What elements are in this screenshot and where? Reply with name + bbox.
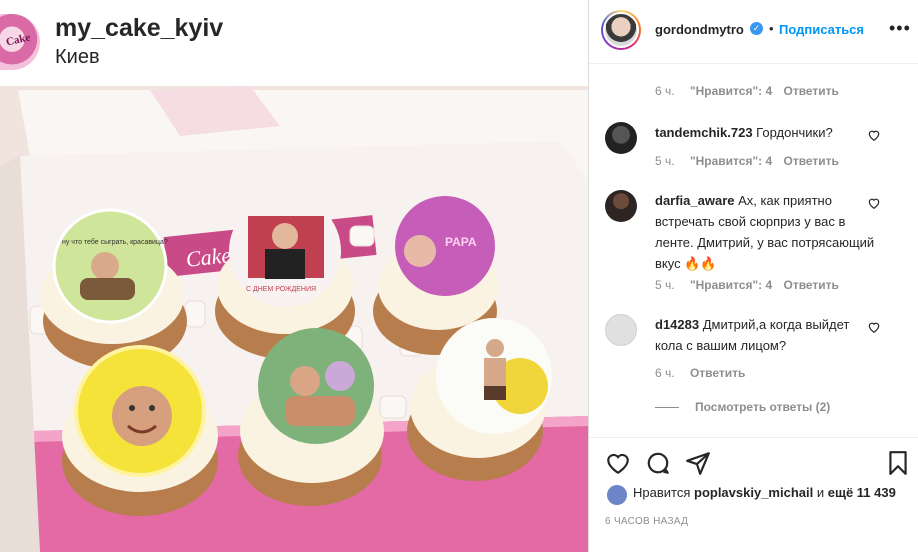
- post-photo[interactable]: Cake ну что тебе сыграть, красавица? С Д…: [0, 86, 588, 552]
- likes-summary: Нравится poplavskiy_michail и ещё 11 439: [607, 485, 896, 505]
- avatar[interactable]: [605, 190, 637, 222]
- comment-bubble-icon[interactable]: [645, 450, 671, 476]
- likes-user[interactable]: poplavskiy_michail: [694, 485, 813, 500]
- post-timestamp[interactable]: 6 ЧАСОВ НАЗАД: [605, 516, 688, 527]
- location-label[interactable]: Киев: [55, 46, 100, 69]
- like-heart-icon[interactable]: [605, 450, 631, 476]
- topper-2-text: С ДНЕМ РОЖДЕНИЯ: [246, 286, 316, 293]
- verified-badge-icon: ✓: [750, 22, 763, 35]
- reply-button[interactable]: Ответить: [783, 278, 838, 292]
- comments-list[interactable]: 6 ч. "Нравится": 4 Ответить tandemchik.7…: [589, 64, 918, 437]
- more-options-icon[interactable]: •••: [889, 18, 911, 39]
- like-heart-icon[interactable]: [867, 320, 881, 334]
- reply-button[interactable]: Ответить: [783, 154, 838, 168]
- replies-divider: [655, 407, 679, 409]
- account-name[interactable]: my_cake_kyiv: [55, 14, 223, 43]
- view-replies-button[interactable]: Посмотреть ответы (2): [655, 400, 830, 414]
- account-avatar[interactable]: Cake: [0, 14, 40, 70]
- likes-prefix: Нравится: [633, 485, 691, 500]
- separator-dot: •: [769, 21, 774, 36]
- topper-1-text: ну что тебе сыграть, красавица?: [62, 238, 168, 246]
- comment-body: Гордончики?: [756, 125, 833, 140]
- author-avatar[interactable]: [601, 10, 641, 50]
- comment-meta: 5 ч. "Нравится": 4 Ответить: [655, 278, 839, 292]
- comment-meta: 6 ч. "Нравится": 4 Ответить: [655, 84, 839, 98]
- comment-username[interactable]: darfia_aware: [655, 193, 735, 208]
- avatar[interactable]: [605, 314, 637, 346]
- likes-count[interactable]: ещё 11 439: [828, 485, 896, 500]
- comment-username[interactable]: tandemchik.723: [655, 125, 753, 140]
- topper-3-text: PAPA: [445, 235, 477, 249]
- comment-likes[interactable]: "Нравится": 4: [690, 278, 772, 292]
- comment-meta: 6 ч. Ответить: [655, 366, 745, 380]
- reply-button[interactable]: Ответить: [690, 366, 745, 380]
- comment-text: darfia_aware Ах, как приятно встречать с…: [655, 190, 875, 274]
- comments-panel: gordondmytro ✓ • Подписаться ••• 6 ч. "Н…: [588, 0, 918, 552]
- share-send-icon[interactable]: [685, 450, 711, 476]
- author-username[interactable]: gordondmytro: [655, 22, 744, 37]
- bookmark-icon[interactable]: [885, 450, 911, 476]
- view-replies-label[interactable]: Посмотреть ответы (2): [695, 400, 830, 414]
- comment-time: 5 ч.: [655, 154, 675, 168]
- comment-time: 6 ч.: [655, 366, 675, 380]
- post-header: Cake my_cake_kyiv Киев: [0, 0, 588, 86]
- likes-mid: и: [816, 485, 825, 500]
- comment-time: 6 ч.: [655, 84, 675, 98]
- comment-likes[interactable]: "Нравится": 4: [690, 154, 772, 168]
- follow-button[interactable]: Подписаться: [779, 22, 864, 37]
- cupcake-box-image: Cake ну что тебе сыграть, красавица? С Д…: [0, 86, 588, 552]
- comment-username[interactable]: d14283: [655, 317, 699, 332]
- comment-meta: 5 ч. "Нравится": 4 Ответить: [655, 154, 839, 168]
- like-heart-icon[interactable]: [867, 128, 881, 142]
- reply-button[interactable]: Ответить: [783, 84, 838, 98]
- comment-text: d14283 Дмитрий,а когда выйдет кола с ваш…: [655, 314, 875, 356]
- comment-time: 5 ч.: [655, 278, 675, 292]
- like-heart-icon[interactable]: [867, 196, 881, 210]
- panel-header: gordondmytro ✓ • Подписаться •••: [589, 0, 918, 64]
- comment-text: tandemchik.723 Гордончики?: [655, 122, 875, 143]
- avatar[interactable]: [605, 122, 637, 154]
- liker-avatar[interactable]: [607, 485, 627, 505]
- comment-likes[interactable]: "Нравится": 4: [690, 84, 772, 98]
- avatar-logo-text: Cake: [5, 31, 32, 49]
